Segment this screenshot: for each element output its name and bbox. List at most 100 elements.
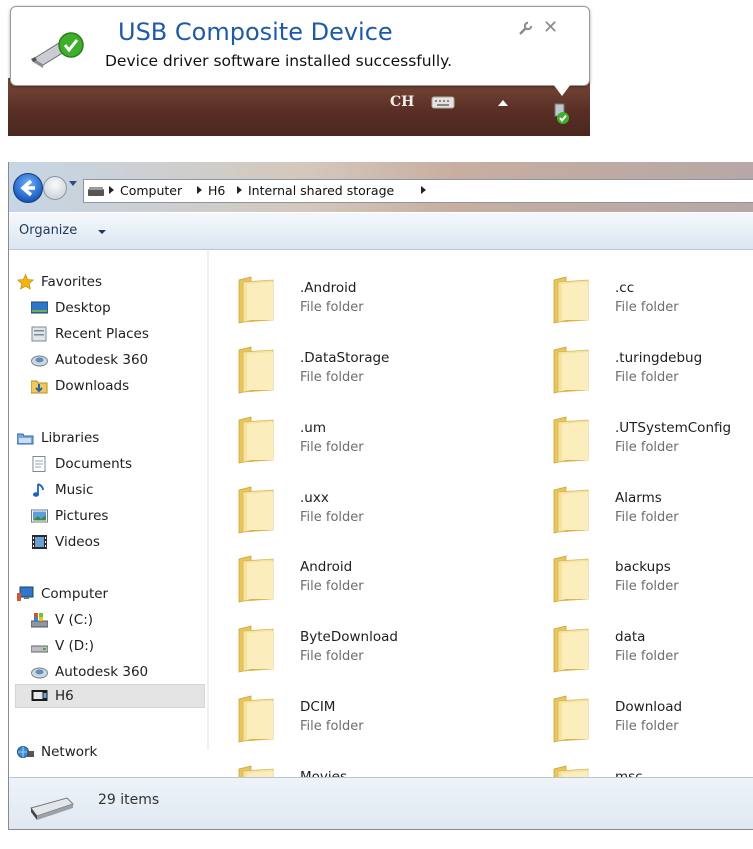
- system-drive-icon: [31, 613, 48, 628]
- folder-icon: [238, 486, 274, 534]
- file-list: .Android File folder .cc File folder .Da…: [209, 250, 753, 777]
- item-type: File folder: [615, 579, 679, 594]
- organize-button[interactable]: Organize: [19, 223, 77, 238]
- notification-balloon[interactable]: USB Composite Device Device driver softw…: [10, 6, 590, 86]
- item-type: File folder: [615, 649, 679, 664]
- folder-item[interactable]: Download File folder: [524, 687, 753, 747]
- title-bar: Computer H6 Internal shared storage: [9, 162, 753, 212]
- folder-item[interactable]: .uxx File folder: [209, 478, 509, 538]
- item-name: msc: [615, 769, 643, 777]
- breadcrumb-separator[interactable]: [197, 186, 202, 194]
- folder-item[interactable]: Movies: [209, 757, 509, 777]
- nav-label: Computer: [41, 586, 109, 602]
- desktop-icon: [31, 301, 48, 314]
- address-bar[interactable]: Computer H6 Internal shared storage: [83, 179, 753, 203]
- autodesk-icon: [31, 667, 48, 679]
- nav-label: Favorites: [41, 274, 102, 290]
- item-count: 29 items: [98, 792, 160, 808]
- breadcrumb-computer[interactable]: Computer: [120, 183, 182, 198]
- breadcrumb-h6[interactable]: H6: [208, 183, 225, 198]
- breadcrumb-separator[interactable]: [421, 186, 426, 194]
- breadcrumb-separator[interactable]: [109, 186, 114, 194]
- nav-label: Documents: [55, 456, 132, 472]
- safely-remove-hardware-icon[interactable]: [551, 102, 571, 126]
- close-icon[interactable]: ✕: [543, 19, 558, 37]
- folder-icon: [553, 276, 589, 324]
- item-name: Android: [300, 559, 353, 575]
- item-type: File folder: [615, 440, 679, 455]
- taskbar: [8, 78, 590, 136]
- item-type: File folder: [300, 579, 364, 594]
- folder-icon: [238, 625, 274, 673]
- drive-icon: [88, 187, 104, 196]
- nav-label: Downloads: [55, 378, 130, 394]
- chevron-down-icon[interactable]: [98, 230, 106, 234]
- nav-label: Desktop: [55, 300, 111, 316]
- back-arrow-icon: [20, 179, 35, 197]
- folder-icon: [238, 346, 274, 394]
- item-type: File folder: [615, 300, 679, 315]
- music-icon: [33, 483, 44, 497]
- nav-label: Music: [55, 482, 94, 498]
- item-type: File folder: [300, 440, 364, 455]
- item-name: DCIM: [300, 699, 336, 715]
- explorer-window: Computer H6 Internal shared storage Orga…: [8, 162, 753, 830]
- folder-icon: [553, 625, 589, 673]
- breadcrumb-separator[interactable]: [237, 186, 242, 194]
- recent-pages-dropdown[interactable]: [69, 181, 77, 186]
- forward-button[interactable]: [43, 176, 67, 200]
- item-name: data: [615, 629, 646, 645]
- folder-item[interactable]: .cc File folder: [524, 268, 753, 328]
- wrench-icon[interactable]: [517, 21, 533, 37]
- item-type: File folder: [615, 719, 679, 734]
- folder-icon: [553, 346, 589, 394]
- folder-item[interactable]: .turingdebug File folder: [524, 338, 753, 398]
- nav-label: Network: [41, 744, 98, 760]
- item-name: .turingdebug: [615, 350, 703, 366]
- recent-places-icon: [31, 326, 47, 342]
- balloon-tail: [550, 80, 574, 96]
- item-name: .UTSystemConfig: [615, 420, 732, 436]
- device-icon: [31, 690, 48, 701]
- back-button[interactable]: [13, 173, 43, 203]
- keyboard-icon[interactable]: [431, 94, 455, 110]
- folder-item[interactable]: .Android File folder: [209, 268, 509, 328]
- downloads-icon: [31, 380, 48, 394]
- folder-item[interactable]: .DataStorage File folder: [209, 338, 509, 398]
- item-name: Alarms: [615, 490, 662, 506]
- folder-icon: [553, 555, 589, 603]
- item-type: File folder: [615, 370, 679, 385]
- folder-icon: [238, 765, 274, 777]
- folder-icon: [553, 695, 589, 743]
- folder-item[interactable]: data File folder: [524, 617, 753, 677]
- usb-device-icon: [31, 32, 84, 68]
- item-name: ByteDownload: [300, 629, 398, 645]
- folder-item[interactable]: .UTSystemConfig File folder: [524, 408, 753, 468]
- language-indicator[interactable]: CH: [390, 94, 414, 110]
- folder-item[interactable]: msc: [524, 757, 753, 777]
- details-pane: 29 items: [9, 777, 753, 829]
- folder-item[interactable]: backups File folder: [524, 547, 753, 607]
- folder-icon: [553, 765, 589, 777]
- autodesk-icon: [31, 355, 48, 367]
- item-type: File folder: [300, 719, 364, 734]
- show-hidden-icons-arrow[interactable]: [498, 100, 508, 106]
- item-name: .uxx: [300, 490, 329, 506]
- folder-item[interactable]: Alarms File folder: [524, 478, 753, 538]
- item-name: backups: [615, 559, 671, 575]
- documents-icon: [32, 456, 46, 472]
- breadcrumb-internal-storage[interactable]: Internal shared storage: [248, 183, 394, 198]
- notification-message: Device driver software installed success…: [105, 52, 453, 70]
- item-type: File folder: [300, 510, 364, 525]
- folder-item[interactable]: DCIM File folder: [209, 687, 509, 747]
- folder-item[interactable]: ByteDownload File folder: [209, 617, 509, 677]
- nav-label: Videos: [55, 534, 100, 550]
- item-name: Download: [615, 699, 683, 715]
- pictures-icon: [31, 509, 48, 523]
- folder-item[interactable]: Android File folder: [209, 547, 509, 607]
- nav-label: Recent Places: [55, 326, 149, 342]
- item-name: .cc: [615, 280, 635, 296]
- item-type: File folder: [300, 370, 364, 385]
- command-bar: Organize: [9, 212, 753, 250]
- folder-item[interactable]: .um File folder: [209, 408, 509, 468]
